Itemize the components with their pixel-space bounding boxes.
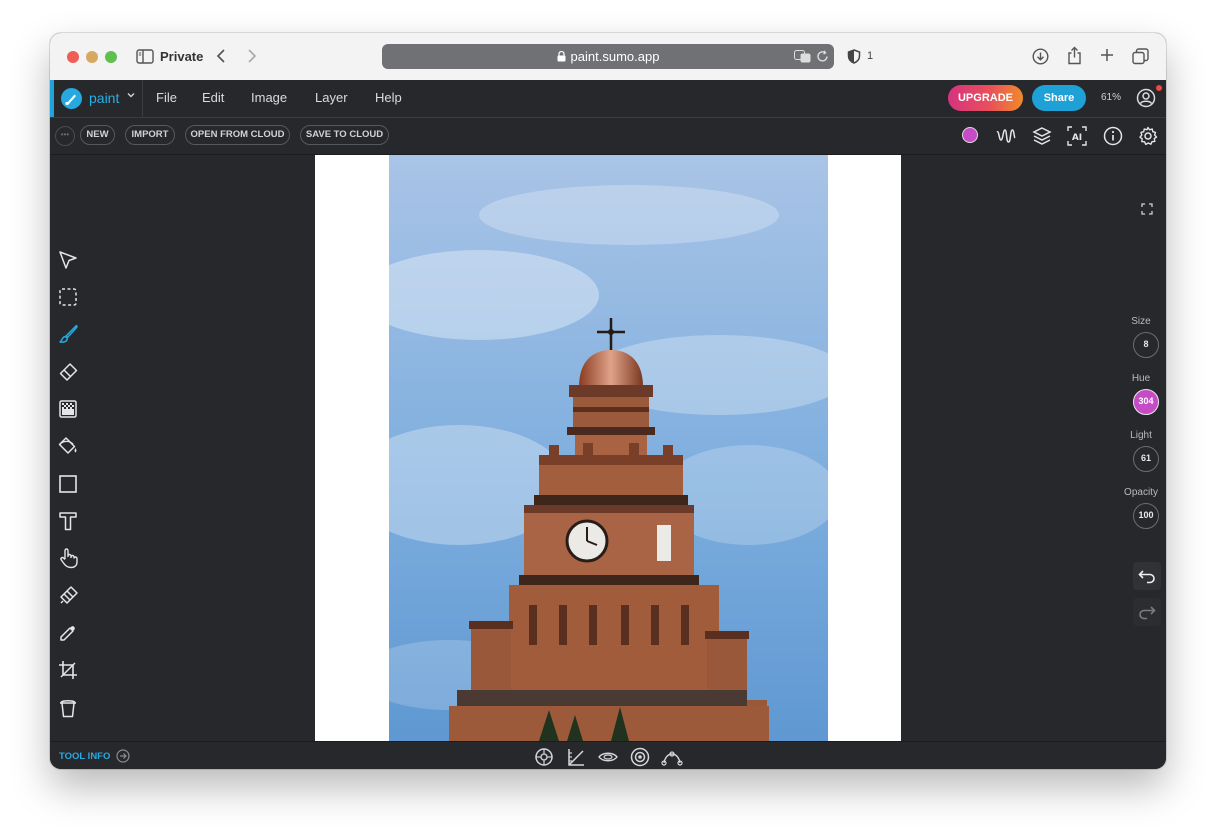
reload-icon[interactable] bbox=[816, 50, 829, 63]
new-tab-icon[interactable] bbox=[1100, 48, 1114, 62]
browser-toolbar: Private paint.sumo.app 1 bbox=[50, 33, 1166, 81]
undo-button[interactable] bbox=[1133, 562, 1161, 590]
crop-icon[interactable] bbox=[57, 659, 79, 681]
eye-preview-icon[interactable] bbox=[597, 746, 619, 768]
trash-icon[interactable] bbox=[57, 697, 79, 719]
status-bar: TOOL INFO bbox=[50, 741, 1166, 769]
tool-info-link[interactable]: TOOL INFO bbox=[59, 751, 110, 762]
size-label: Size bbox=[1131, 316, 1151, 327]
document-toolbar: ••• NEW IMPORT OPEN FROM CLOUD SAVE TO C… bbox=[50, 118, 1166, 155]
arrow-circle-icon[interactable] bbox=[116, 749, 130, 763]
clone-stamp-icon[interactable] bbox=[57, 585, 79, 607]
app-accent-stripe bbox=[50, 80, 54, 117]
menu-image[interactable]: Image bbox=[251, 90, 287, 105]
marquee-select-icon[interactable] bbox=[57, 286, 79, 308]
target-icon[interactable] bbox=[629, 746, 651, 768]
light-knob[interactable]: 61 bbox=[1133, 446, 1159, 472]
canvas-photo-image bbox=[389, 155, 828, 741]
tool-panel bbox=[50, 155, 86, 741]
browser-window: Private paint.sumo.app 1 paint File Edit… bbox=[50, 33, 1166, 769]
redo-icon bbox=[1138, 604, 1156, 620]
workspace[interactable] bbox=[86, 155, 1116, 741]
user-account-icon[interactable] bbox=[1136, 88, 1156, 108]
light-label: Light bbox=[1130, 430, 1152, 441]
paint-bucket-icon[interactable] bbox=[57, 435, 79, 457]
app-name[interactable]: paint bbox=[89, 90, 119, 106]
open-from-cloud-button[interactable]: OPEN FROM CLOUD bbox=[185, 125, 290, 145]
new-button[interactable]: NEW bbox=[80, 125, 115, 145]
lock-icon bbox=[557, 51, 566, 62]
sidebar-icon[interactable] bbox=[136, 49, 154, 64]
privacy-shield-icon[interactable] bbox=[847, 49, 861, 64]
hand-icon[interactable] bbox=[57, 547, 79, 569]
private-mode-label: Private bbox=[160, 49, 204, 64]
tab-overview-icon[interactable] bbox=[1132, 48, 1149, 65]
tracker-count: 1 bbox=[867, 50, 874, 62]
stroke-style-icon[interactable] bbox=[995, 125, 1017, 147]
close-window-button[interactable] bbox=[67, 51, 79, 63]
zoom-window-button[interactable] bbox=[105, 51, 117, 63]
back-icon[interactable] bbox=[215, 48, 227, 64]
upgrade-button[interactable]: UPGRADE bbox=[948, 85, 1023, 111]
address-bar[interactable]: paint.sumo.app bbox=[382, 44, 834, 69]
more-options-icon[interactable]: ••• bbox=[55, 126, 75, 146]
menu-help[interactable]: Help bbox=[375, 90, 402, 105]
menu-layer[interactable]: Layer bbox=[315, 90, 348, 105]
text-icon[interactable] bbox=[57, 510, 79, 532]
hue-label: Hue bbox=[1131, 373, 1151, 384]
undo-icon bbox=[1138, 568, 1156, 584]
translate-icon[interactable] bbox=[794, 50, 811, 63]
brush-icon[interactable] bbox=[57, 323, 79, 345]
redo-button[interactable] bbox=[1133, 598, 1161, 626]
paint-logo-icon[interactable] bbox=[61, 88, 82, 109]
brush-settings-panel: Size 8 Hue 304 Light 61 Opacity 100 bbox=[1116, 155, 1166, 741]
zoom-level[interactable]: 61% bbox=[1101, 92, 1121, 103]
url-value: paint.sumo.app bbox=[570, 49, 660, 64]
bezier-curve-icon[interactable] bbox=[661, 746, 683, 768]
minimize-window-button[interactable] bbox=[86, 51, 98, 63]
eyedropper-icon[interactable] bbox=[57, 622, 79, 644]
opacity-knob[interactable]: 100 bbox=[1133, 503, 1159, 529]
svg-text:AI: AI bbox=[1072, 133, 1082, 143]
rectangle-icon[interactable] bbox=[57, 473, 79, 495]
notification-dot bbox=[1156, 85, 1162, 91]
shape-settings-icon[interactable] bbox=[533, 746, 555, 768]
chevron-down-icon[interactable] bbox=[126, 90, 136, 100]
eraser-icon[interactable] bbox=[57, 361, 79, 383]
share-sheet-icon[interactable] bbox=[1067, 46, 1082, 65]
share-button[interactable]: Share bbox=[1032, 85, 1086, 111]
drawing-canvas[interactable] bbox=[315, 155, 901, 741]
import-button[interactable]: IMPORT bbox=[125, 125, 175, 145]
ai-icon[interactable]: AI bbox=[1066, 125, 1088, 147]
layers-icon[interactable] bbox=[1031, 125, 1053, 147]
divider bbox=[142, 80, 143, 117]
size-knob[interactable]: 8 bbox=[1133, 332, 1159, 358]
menu-edit[interactable]: Edit bbox=[202, 90, 224, 105]
info-icon[interactable] bbox=[1102, 125, 1124, 147]
ruler-icon[interactable] bbox=[565, 746, 587, 768]
save-to-cloud-button[interactable]: SAVE TO CLOUD bbox=[300, 125, 389, 145]
url-text: paint.sumo.app bbox=[382, 49, 834, 64]
menu-file[interactable]: File bbox=[156, 90, 177, 105]
forward-icon[interactable] bbox=[246, 48, 258, 64]
opacity-label: Opacity bbox=[1124, 487, 1158, 498]
settings-gear-icon[interactable] bbox=[1137, 125, 1159, 147]
hue-knob[interactable]: 304 bbox=[1133, 389, 1159, 415]
gradient-icon[interactable] bbox=[57, 398, 79, 420]
fullscreen-icon[interactable] bbox=[1141, 203, 1153, 215]
downloads-icon[interactable] bbox=[1032, 48, 1049, 65]
app-menubar: paint File Edit Image Layer Help UPGRADE… bbox=[50, 80, 1166, 118]
active-color-swatch[interactable] bbox=[962, 127, 978, 143]
select-arrow-icon[interactable] bbox=[57, 249, 79, 271]
